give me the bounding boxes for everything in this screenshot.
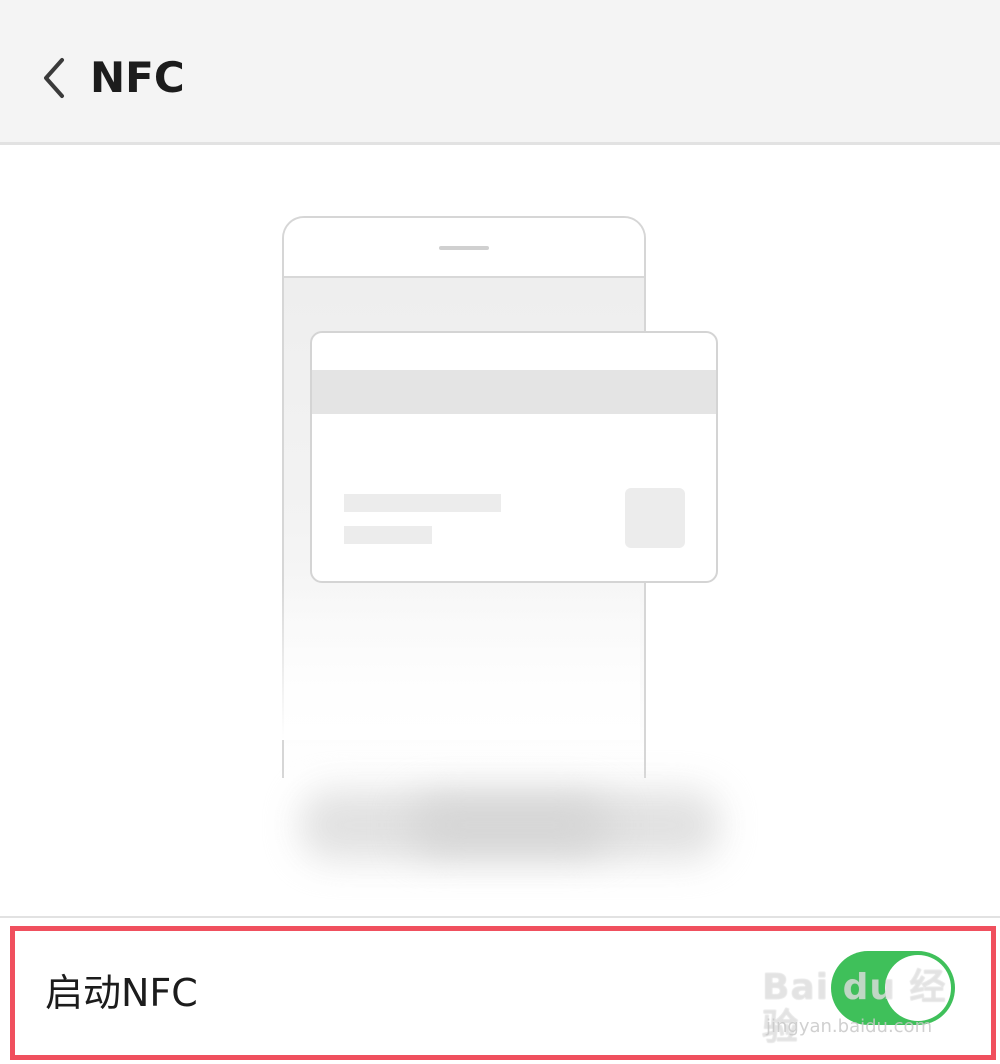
top-app-bar: NFC — [0, 0, 1000, 145]
phone-speaker — [439, 246, 489, 250]
card-graphic — [310, 331, 718, 583]
page-title: NFC — [90, 53, 185, 102]
toggle-knob — [885, 955, 951, 1021]
card-chip — [625, 488, 685, 548]
reader-shadow — [410, 800, 610, 850]
card-text-line — [344, 494, 501, 512]
nfc-setting-row[interactable]: 启动NFC — [10, 926, 996, 1060]
card-text-line — [344, 526, 432, 544]
nfc-setting-label: 启动NFC — [45, 971, 198, 1015]
nfc-toggle-switch[interactable] — [831, 951, 955, 1025]
divider — [0, 916, 1000, 918]
phone-top-bar — [284, 218, 644, 278]
chevron-left-icon — [44, 58, 64, 98]
back-button[interactable] — [30, 48, 80, 108]
phone-fade — [250, 580, 640, 740]
card-magnetic-stripe — [312, 370, 716, 414]
nfc-illustration — [250, 200, 760, 900]
